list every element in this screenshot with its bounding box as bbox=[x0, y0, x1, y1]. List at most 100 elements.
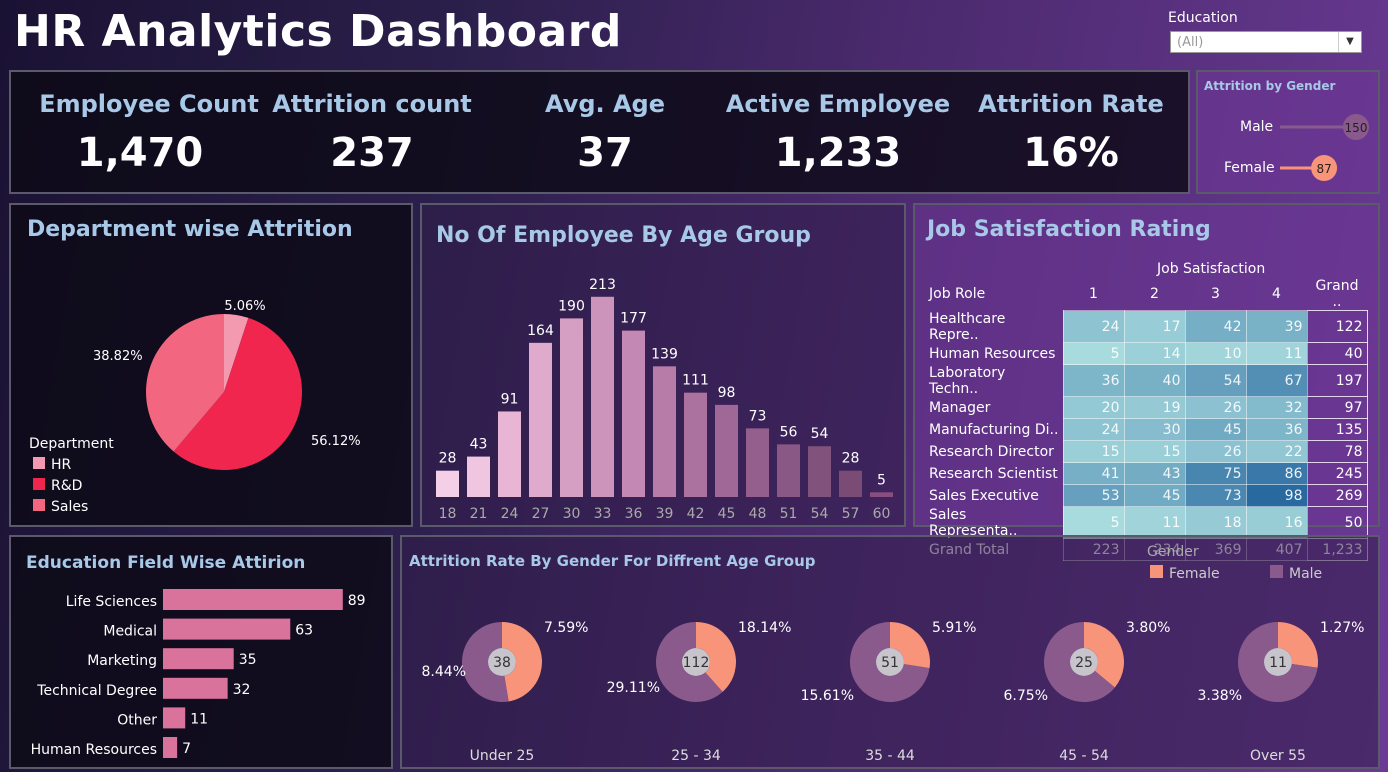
table-header-cell: 4 bbox=[1272, 286, 1281, 302]
table-header-cell: 3 bbox=[1211, 286, 1220, 302]
age-tick-label: 51 bbox=[780, 506, 798, 522]
education-category-label: Human Resources bbox=[31, 742, 157, 758]
grand-total-cell: 197 bbox=[1306, 364, 1368, 397]
donut-female-label: 7.59% bbox=[544, 620, 588, 636]
grand-total-cell: 78 bbox=[1306, 440, 1368, 463]
age-bar-value: 54 bbox=[811, 426, 829, 442]
table-row: Manager 20 19 26 32 97 bbox=[925, 396, 1368, 419]
legend-label-sales: Sales bbox=[51, 499, 89, 515]
legend-swatch-rd bbox=[33, 478, 45, 490]
kpi-panel: Employee Count 1,470 Attrition count 237… bbox=[9, 70, 1190, 194]
grand-total-cell: 269 bbox=[1306, 484, 1368, 507]
education-bar-value: 89 bbox=[348, 593, 366, 609]
department-legend-sales: Sales bbox=[33, 499, 88, 515]
age-group-bar-chart: 28 18 43 21 91 24 164 27 190 30 213 33 177 36 139 39 111… bbox=[436, 277, 893, 522]
job-role-cell: Manager bbox=[929, 399, 991, 416]
education-category-label: Technical Degree bbox=[36, 683, 157, 699]
rating-cell: 22 bbox=[1245, 440, 1308, 463]
job-role-cell: Human Resources bbox=[929, 345, 1056, 362]
female-lollipop-value: 87 bbox=[1316, 162, 1331, 176]
age-tick-label: 45 bbox=[718, 506, 736, 522]
rating-cell: 36 bbox=[1062, 364, 1125, 397]
age-tick-label: 39 bbox=[656, 506, 674, 522]
legend-swatch-sales bbox=[33, 499, 45, 511]
education-bar-value: 7 bbox=[182, 741, 191, 757]
job-role-cell: Healthcare Repre.. bbox=[929, 310, 1006, 343]
age-bar bbox=[746, 428, 769, 497]
rating-cell: 40 bbox=[1123, 364, 1186, 397]
grand-total-cell: 245 bbox=[1306, 462, 1368, 485]
age-bar-value: 164 bbox=[527, 323, 554, 339]
age-tick-label: 33 bbox=[594, 506, 612, 522]
donut-female-label: 18.14% bbox=[738, 620, 791, 636]
rating-cell: 41 bbox=[1062, 462, 1125, 485]
rating-cell: 98 bbox=[1245, 484, 1308, 507]
donut-female-label: 5.91% bbox=[932, 620, 976, 636]
age-tick-label: 30 bbox=[563, 506, 581, 522]
rating-cell: 15 bbox=[1123, 440, 1186, 463]
kpi-active-employee-value: 1,233 bbox=[774, 130, 902, 176]
rating-cell: 30 bbox=[1123, 418, 1186, 441]
department-legend-hr: HR bbox=[33, 457, 71, 473]
age-bar-value: 139 bbox=[651, 346, 678, 362]
age-bar-value: 73 bbox=[749, 408, 767, 424]
age-tick-label: 36 bbox=[625, 506, 643, 522]
education-filter-select[interactable]: (All) ▼ bbox=[1170, 31, 1362, 53]
age-bar-value: 98 bbox=[718, 385, 736, 401]
male-lollipop-value: 150 bbox=[1345, 121, 1368, 135]
education-field-panel: Education Field Wise Attirion 89 Life Sci… bbox=[9, 535, 393, 769]
grand-total-cell: 40 bbox=[1306, 342, 1368, 365]
education-category-label: Other bbox=[117, 712, 157, 728]
job-role-cell: Research Director bbox=[929, 443, 1054, 460]
age-tick-label: 18 bbox=[439, 506, 457, 522]
table-row: Sales Executive 53 45 73 98 269 bbox=[925, 484, 1368, 507]
rating-cell: 11 bbox=[1123, 506, 1186, 539]
donut-male-label: 6.75% bbox=[1004, 688, 1048, 704]
age-bar bbox=[467, 456, 490, 497]
rating-cell: 17 bbox=[1123, 310, 1186, 343]
age-bar-value: 190 bbox=[558, 298, 585, 314]
age-tick-label: 57 bbox=[842, 506, 860, 522]
education-category-label: Medical bbox=[103, 624, 157, 640]
grand-total-cell: 50 bbox=[1306, 506, 1368, 539]
department-attrition-panel: Department wise Attrition 5.06% 56.12% 38.… bbox=[9, 203, 413, 527]
job-satisfaction-panel: Job Satisfaction Rating Job Satisfaction… bbox=[913, 203, 1380, 561]
age-bar-value: 43 bbox=[470, 437, 488, 453]
table-row: Manufacturing Di.. 24 30 45 36 135 bbox=[925, 418, 1368, 441]
age-tick-label: 54 bbox=[811, 506, 829, 522]
department-legend-title: Department bbox=[29, 436, 114, 452]
kpi-attrition-rate-label: Attrition Rate bbox=[978, 90, 1164, 118]
age-bar bbox=[622, 330, 645, 497]
education-bar bbox=[163, 648, 234, 670]
rating-cell: 53 bbox=[1062, 484, 1125, 507]
rating-cell: 54 bbox=[1184, 364, 1247, 397]
gender-age-donut-charts: 38 7.59% 8.44% Under 25 112 18.14% 29.11% 25 - … bbox=[422, 620, 1365, 764]
job-satisfaction-title: Job Satisfaction Rating bbox=[927, 217, 1211, 242]
page-title: HR Analytics Dashboard bbox=[14, 6, 622, 57]
legend-label-rd: R&D bbox=[51, 478, 83, 494]
age-bar-value: 56 bbox=[780, 424, 798, 440]
job-satisfaction-table: Job Role 1 2 3 4 Grand .. Healthcare Repre.. 24… bbox=[925, 278, 1368, 561]
donut-age-label: Under 25 bbox=[470, 748, 535, 764]
kpi-employee-count-value: 1,470 bbox=[76, 130, 204, 176]
kpi-attrition-count-value: 237 bbox=[330, 130, 414, 176]
education-bar-value: 63 bbox=[295, 623, 313, 639]
kpi-avg-age-value: 37 bbox=[577, 130, 633, 176]
table-row: Healthcare Repre.. 24 17 42 39 122 bbox=[925, 310, 1368, 343]
legend-label-hr: HR bbox=[51, 457, 72, 473]
age-tick-label: 48 bbox=[749, 506, 767, 522]
age-bar bbox=[653, 366, 676, 497]
rating-cell: 15 bbox=[1062, 440, 1125, 463]
chevron-down-icon[interactable]: ▼ bbox=[1338, 32, 1361, 52]
table-header-cell: Job Role bbox=[929, 286, 986, 303]
donut-total: 11 bbox=[1269, 655, 1287, 671]
education-bar-value: 32 bbox=[233, 682, 251, 698]
donut-male-label: 8.44% bbox=[422, 664, 466, 680]
education-bar bbox=[163, 618, 291, 640]
donut-age-label: Over 55 bbox=[1250, 748, 1306, 764]
education-bar bbox=[163, 707, 186, 729]
age-bar bbox=[498, 411, 521, 497]
rating-cell: 24 bbox=[1062, 418, 1125, 441]
age-bar bbox=[684, 392, 707, 497]
donut-male-label: 3.38% bbox=[1198, 688, 1242, 704]
